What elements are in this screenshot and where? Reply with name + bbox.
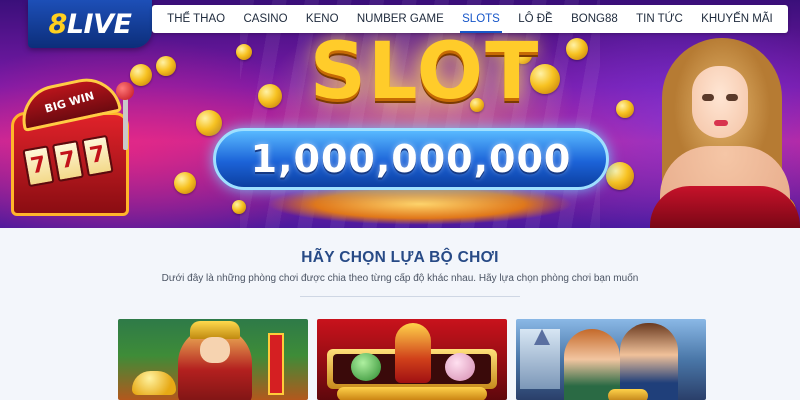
eye bbox=[702, 94, 714, 101]
jackpot-banner: 1,000,000,000 bbox=[213, 128, 609, 190]
game-card-master-chen[interactable] bbox=[317, 319, 507, 400]
game-card-god-of-wealth[interactable] bbox=[118, 319, 308, 400]
eye bbox=[726, 94, 738, 101]
scroll-icon bbox=[268, 333, 284, 395]
stage-glow-decoration bbox=[230, 188, 610, 228]
slot-machine-illustration: BIG WIN 7 7 7 bbox=[5, 72, 155, 222]
nav-item-the-thao[interactable]: THỂ THAO bbox=[165, 5, 227, 33]
jackpot-amount: 1,000,000,000 bbox=[250, 137, 572, 181]
hostess-face bbox=[692, 66, 748, 138]
lucky-cat-icon bbox=[445, 353, 475, 381]
coin-icon bbox=[156, 56, 176, 76]
big-win-text: BIG WIN bbox=[42, 88, 96, 116]
coin-icon bbox=[606, 162, 634, 190]
tower-icon bbox=[534, 329, 550, 345]
slot-lever-knob bbox=[116, 82, 134, 100]
coin-icon bbox=[616, 100, 634, 118]
hostess-illustration bbox=[640, 36, 800, 228]
nav-item-casino[interactable]: CASINO bbox=[241, 5, 289, 33]
nav-item-slots[interactable]: SLOTS bbox=[460, 5, 502, 33]
nav-item-tin-tuc[interactable]: TIN TỨC bbox=[634, 5, 685, 33]
game-card-fairytale[interactable] bbox=[516, 319, 706, 400]
gold-ingot-icon bbox=[132, 371, 176, 395]
reel-seven: 7 bbox=[22, 145, 55, 188]
game-emblem-icon bbox=[608, 389, 648, 400]
section-title: HÃY CHỌN LỰA BỘ CHƠI bbox=[301, 249, 499, 266]
game-logo-banner bbox=[337, 387, 487, 400]
nav-item-khuyen-mai[interactable]: KHUYẾN MÃI bbox=[699, 5, 775, 33]
coin-icon bbox=[174, 172, 196, 194]
castle-icon bbox=[520, 329, 560, 389]
face-icon bbox=[200, 337, 230, 363]
nav-item-keno[interactable]: KENO bbox=[304, 5, 341, 33]
page: BIG WIN 7 7 7 SLOT 1,000,000,000 8LIVE T… bbox=[0, 0, 800, 400]
frog-icon bbox=[351, 353, 381, 381]
section-divider bbox=[300, 296, 520, 297]
lips bbox=[714, 120, 728, 126]
coin-icon bbox=[232, 200, 246, 214]
master-chens-fortune-icon bbox=[395, 323, 431, 383]
nav-item-lo-de[interactable]: LÔ ĐỀ bbox=[516, 5, 555, 33]
logo-text: 8LIVE bbox=[48, 8, 132, 40]
slot-lever bbox=[123, 94, 128, 150]
section-description: Dưới đây là những phòng chơi được chia t… bbox=[161, 273, 639, 284]
nav-item-number-game[interactable]: NUMBER GAME bbox=[355, 5, 446, 33]
nav-item-bong88[interactable]: BONG88 bbox=[569, 5, 620, 33]
hero-title: SLOT bbox=[309, 27, 541, 117]
reel-seven: 7 bbox=[51, 140, 85, 182]
coin-icon bbox=[196, 110, 222, 136]
hostess-dress bbox=[650, 186, 800, 228]
brand-logo[interactable]: 8LIVE bbox=[28, 0, 152, 48]
main-nav: THỂ THAO CASINO KENO NUMBER GAME SLOTS L… bbox=[152, 5, 788, 33]
